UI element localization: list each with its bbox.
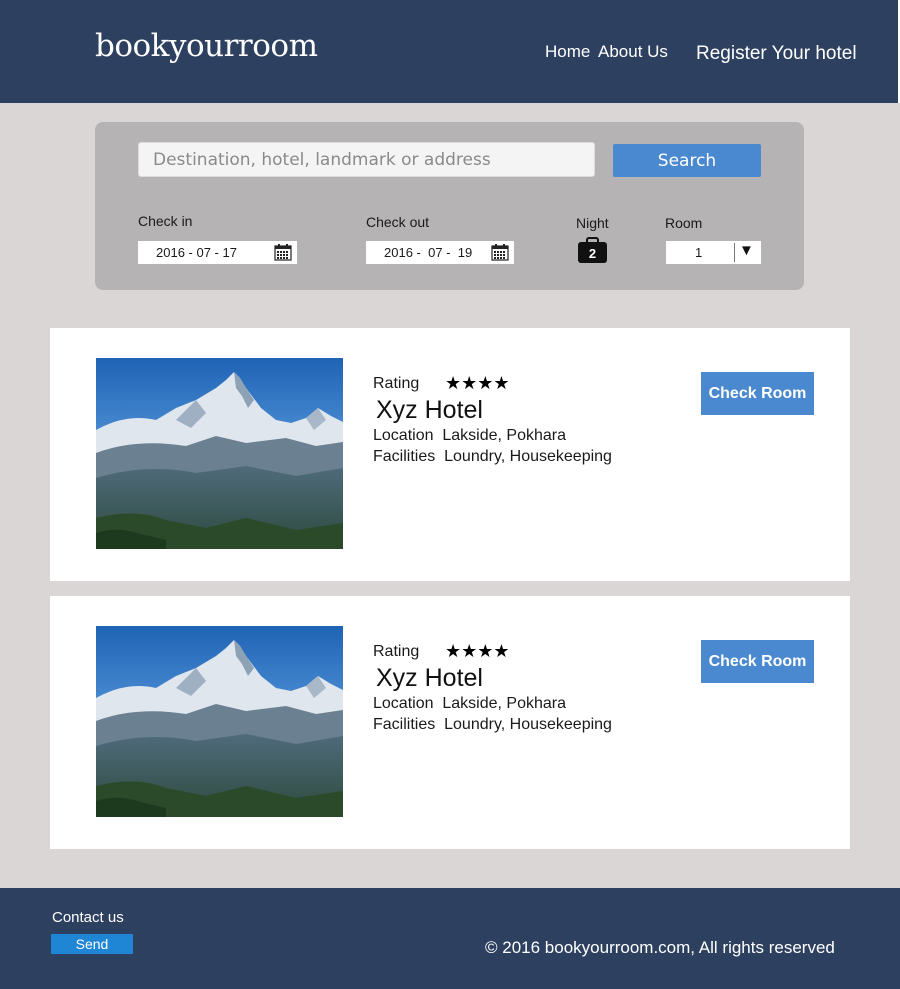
search-button[interactable]: Search	[613, 144, 761, 177]
hotel-facilities: Facilities Loundry, Housekeeping	[373, 448, 612, 465]
night-label: Night	[576, 215, 609, 231]
copyright-text: © 2016 bookyourroom.com, All rights rese…	[485, 938, 835, 957]
check-room-button[interactable]: Check Room	[701, 372, 814, 415]
check-out-label: Check out	[366, 214, 430, 230]
check-room-button[interactable]: Check Room	[701, 640, 814, 683]
calendar-icon[interactable]	[274, 244, 292, 261]
check-out-date-field[interactable]: 2016 - 07 - 19	[366, 241, 514, 264]
hotel-photo-mountain	[96, 358, 343, 549]
search-panel: Search Check in 2016 - 07 - 17 Check out…	[95, 122, 804, 290]
check-in-date-value: 2016 - 07 - 17	[156, 245, 237, 260]
dropdown-arrow-icon[interactable]: ▼	[739, 242, 754, 259]
check-in-label: Check in	[138, 213, 193, 229]
room-count-value: 1	[695, 245, 703, 260]
rating-label: Rating	[373, 643, 420, 660]
nav-register-hotel-link[interactable]: Register Your hotel	[696, 43, 857, 65]
night-count: 2	[588, 246, 597, 261]
hotel-location: Location Lakside, Pokhara	[373, 427, 567, 444]
destination-search-input[interactable]	[138, 142, 595, 177]
site-header: bookyourroom Home About Us Register Your…	[0, 0, 900, 103]
hotel-name: Xyz Hotel	[376, 396, 483, 424]
site-footer: Contact us Send © 2016 bookyourroom.com,…	[0, 888, 900, 989]
select-divider	[734, 243, 735, 262]
star-rating-icon: ★★★★	[445, 641, 510, 661]
rating-label: Rating	[373, 375, 420, 392]
check-out-date-value: 2016 - 07 - 19	[384, 245, 473, 260]
hotel-photo-mountain	[96, 626, 343, 817]
room-label: Room	[665, 215, 703, 231]
nav-about-link[interactable]: About Us	[598, 42, 668, 62]
hotel-name: Xyz Hotel	[376, 664, 483, 692]
send-button[interactable]: Send	[51, 934, 133, 954]
hotel-location: Location Lakside, Pokhara	[373, 695, 567, 712]
site-logo[interactable]: bookyourroom	[95, 28, 318, 64]
hotel-card: Rating ★★★★ Xyz Hotel Location Lakside, …	[50, 328, 850, 581]
nav-home-link[interactable]: Home	[545, 42, 590, 62]
calendar-icon[interactable]	[491, 244, 509, 261]
contact-us-label: Contact us	[52, 909, 124, 926]
check-in-date-field[interactable]: 2016 - 07 - 17	[138, 241, 297, 264]
hotel-facilities: Facilities Loundry, Housekeeping	[373, 716, 612, 733]
star-rating-icon: ★★★★	[445, 373, 510, 393]
hotel-card: Rating ★★★★ Xyz Hotel Location Lakside, …	[50, 596, 850, 849]
room-count-select[interactable]: 1 ▼	[666, 241, 761, 264]
